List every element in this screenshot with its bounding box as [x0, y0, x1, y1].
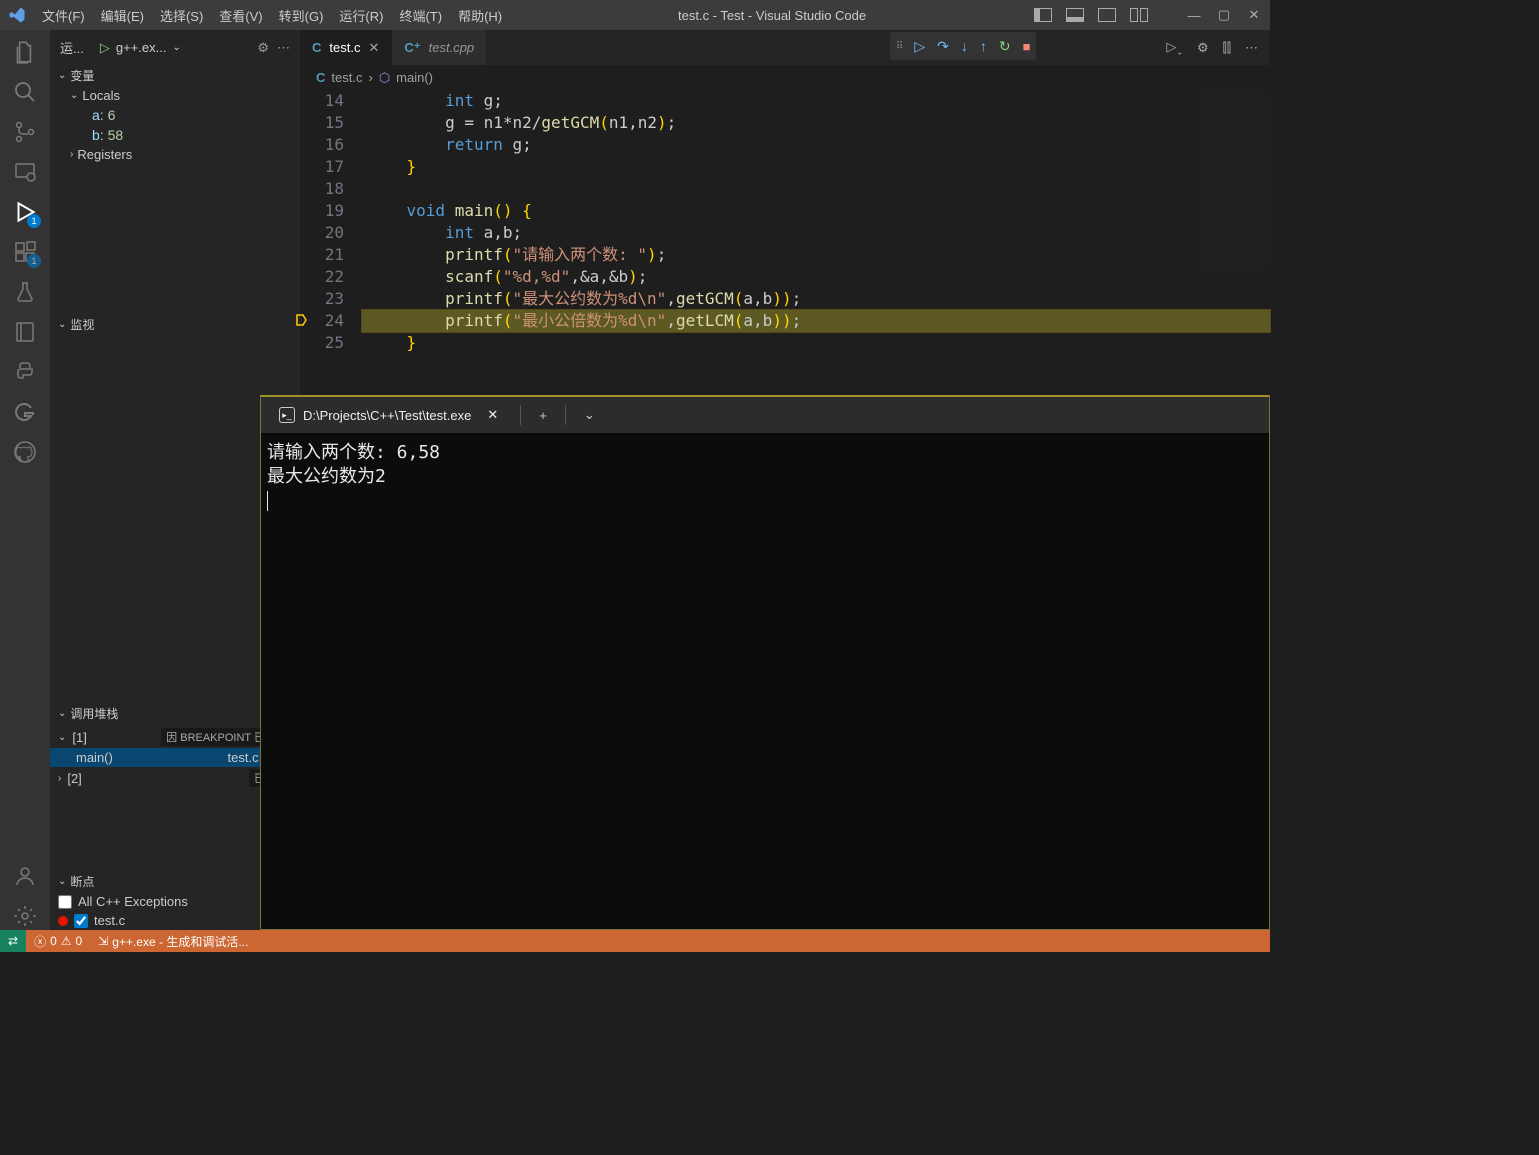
- breakpoint-dot-icon: [58, 916, 68, 926]
- remote-icon[interactable]: [11, 158, 39, 186]
- terminal-titlebar: ▸_ D:\Projects\C++\Test\test.exe ✕ + ⌄: [261, 397, 1269, 433]
- variable-row[interactable]: b: 58: [62, 125, 300, 145]
- gear-icon[interactable]: ⚙: [257, 40, 269, 56]
- close-icon[interactable]: ✕: [1246, 7, 1262, 23]
- terminal-window: ▸_ D:\Projects\C++\Test\test.exe ✕ + ⌄ 请…: [260, 395, 1270, 930]
- debug-icon: ⇲: [98, 934, 108, 948]
- book-icon[interactable]: [11, 318, 39, 346]
- window-title: test.c - Test - Visual Studio Code: [510, 8, 1034, 23]
- chevron-down-icon: ⌄: [172, 42, 180, 53]
- continue-icon[interactable]: ▷: [914, 38, 925, 55]
- run-icon[interactable]: ▷⌄: [1166, 39, 1183, 57]
- menu-selection[interactable]: 选择(S): [152, 2, 211, 29]
- menu-go[interactable]: 转到(G): [271, 2, 332, 29]
- menu-run[interactable]: 运行(R): [331, 2, 391, 29]
- run-debug-icon[interactable]: 1: [11, 198, 39, 226]
- chevron-down-icon[interactable]: ⌄: [578, 407, 601, 423]
- step-into-icon[interactable]: ↓: [961, 38, 968, 54]
- terminal-tab[interactable]: ▸_ D:\Projects\C++\Test\test.exe ✕: [269, 403, 508, 427]
- menu-edit[interactable]: 编辑(E): [93, 2, 152, 29]
- explorer-icon[interactable]: [11, 38, 39, 66]
- flask-icon[interactable]: [11, 278, 39, 306]
- breadcrumb[interactable]: C test.c › ⬡ main(): [300, 65, 1270, 90]
- source-control-icon[interactable]: [11, 118, 39, 146]
- tab-row: C test.c ✕ C⁺ test.cpp ▷⌄ ⚙ ⫿⫿ ⋯ ⠿ ▷ ↷ ↓…: [300, 30, 1270, 65]
- symbol-icon: ⬡: [379, 70, 390, 86]
- panel-right-icon[interactable]: [1098, 8, 1116, 22]
- cmd-icon: ▸_: [279, 407, 295, 423]
- settings-icon[interactable]: [11, 902, 39, 930]
- checkbox[interactable]: [58, 895, 72, 909]
- vscode-icon: [8, 6, 26, 24]
- panel-left-icon[interactable]: [1034, 8, 1052, 22]
- debug-status[interactable]: ⇲ g++.exe - 生成和调试活...: [90, 930, 256, 952]
- debug-badge: 1: [27, 214, 41, 228]
- github-icon[interactable]: [11, 438, 39, 466]
- stop-icon[interactable]: ■: [1023, 39, 1031, 54]
- menu-help[interactable]: 帮助(H): [450, 2, 510, 29]
- tab-test-c[interactable]: C test.c ✕: [300, 30, 392, 65]
- locals-node[interactable]: ⌄Locals: [62, 86, 300, 105]
- debug-toolbar[interactable]: ⠿ ▷ ↷ ↓ ↑ ↻ ■: [890, 32, 1036, 60]
- panel-bottom-icon[interactable]: [1066, 8, 1084, 22]
- statusbar: ⇄ ⓧ0 ⚠0 ⇲ g++.exe - 生成和调试活...: [0, 930, 1270, 952]
- registers-node[interactable]: ›Registers: [62, 145, 300, 164]
- checkbox[interactable]: [74, 914, 88, 928]
- more-icon[interactable]: ⋯: [1245, 40, 1258, 56]
- window-controls: — ▢ ✕: [1034, 7, 1262, 23]
- menu-terminal[interactable]: 终端(T): [391, 2, 450, 29]
- terminal-output[interactable]: 请输入两个数: 6,58 最大公约数为2: [261, 433, 1269, 929]
- remote-indicator[interactable]: ⇄: [0, 930, 26, 952]
- play-icon: ▷: [100, 40, 110, 56]
- c-file-icon: C: [312, 40, 321, 55]
- extensions-icon[interactable]: 1: [11, 238, 39, 266]
- new-tab-icon[interactable]: +: [533, 408, 553, 423]
- breakpoint-marker-icon[interactable]: [294, 313, 308, 327]
- gear-icon[interactable]: ⚙: [1197, 40, 1209, 56]
- maximize-icon[interactable]: ▢: [1216, 7, 1232, 23]
- launch-config-select[interactable]: ▷ g++.ex... ⌄: [92, 37, 189, 59]
- launch-config-name: g++.ex...: [116, 40, 167, 55]
- variable-row[interactable]: a: 6: [62, 105, 300, 125]
- menu-view[interactable]: 查看(V): [211, 2, 270, 29]
- g-icon[interactable]: [11, 398, 39, 426]
- titlebar: 文件(F) 编辑(E) 选择(S) 查看(V) 转到(G) 运行(R) 终端(T…: [0, 0, 1270, 30]
- problems-indicator[interactable]: ⓧ0 ⚠0: [26, 930, 90, 952]
- cpp-file-icon: C⁺: [404, 40, 420, 56]
- search-icon[interactable]: [11, 78, 39, 106]
- minimap[interactable]: [1200, 90, 1270, 270]
- section-watch[interactable]: ⌄监视: [50, 314, 300, 335]
- step-over-icon[interactable]: ↷: [937, 38, 949, 55]
- c-file-icon: C: [316, 70, 325, 85]
- account-icon[interactable]: [11, 862, 39, 890]
- python-icon[interactable]: [11, 358, 39, 386]
- run-label: 运...: [60, 38, 84, 57]
- layout-icon[interactable]: [1130, 8, 1148, 22]
- tab-test-cpp[interactable]: C⁺ test.cpp: [392, 30, 487, 65]
- menu-bar: 文件(F) 编辑(E) 选择(S) 查看(V) 转到(G) 运行(R) 终端(T…: [34, 2, 510, 29]
- ext-badge: 1: [27, 254, 41, 268]
- split-icon[interactable]: ⫿⫿: [1223, 40, 1231, 56]
- restart-icon[interactable]: ↻: [999, 38, 1011, 55]
- menu-file[interactable]: 文件(F): [34, 2, 93, 29]
- activity-bar: 1 1: [0, 30, 50, 930]
- step-out-icon[interactable]: ↑: [980, 38, 987, 54]
- section-variables[interactable]: ⌄变量: [50, 65, 300, 86]
- grip-icon[interactable]: ⠿: [896, 41, 902, 52]
- more-icon[interactable]: ⋯: [277, 40, 290, 56]
- close-icon[interactable]: ✕: [368, 40, 379, 56]
- close-icon[interactable]: ✕: [487, 407, 498, 423]
- minimize-icon[interactable]: —: [1186, 7, 1202, 23]
